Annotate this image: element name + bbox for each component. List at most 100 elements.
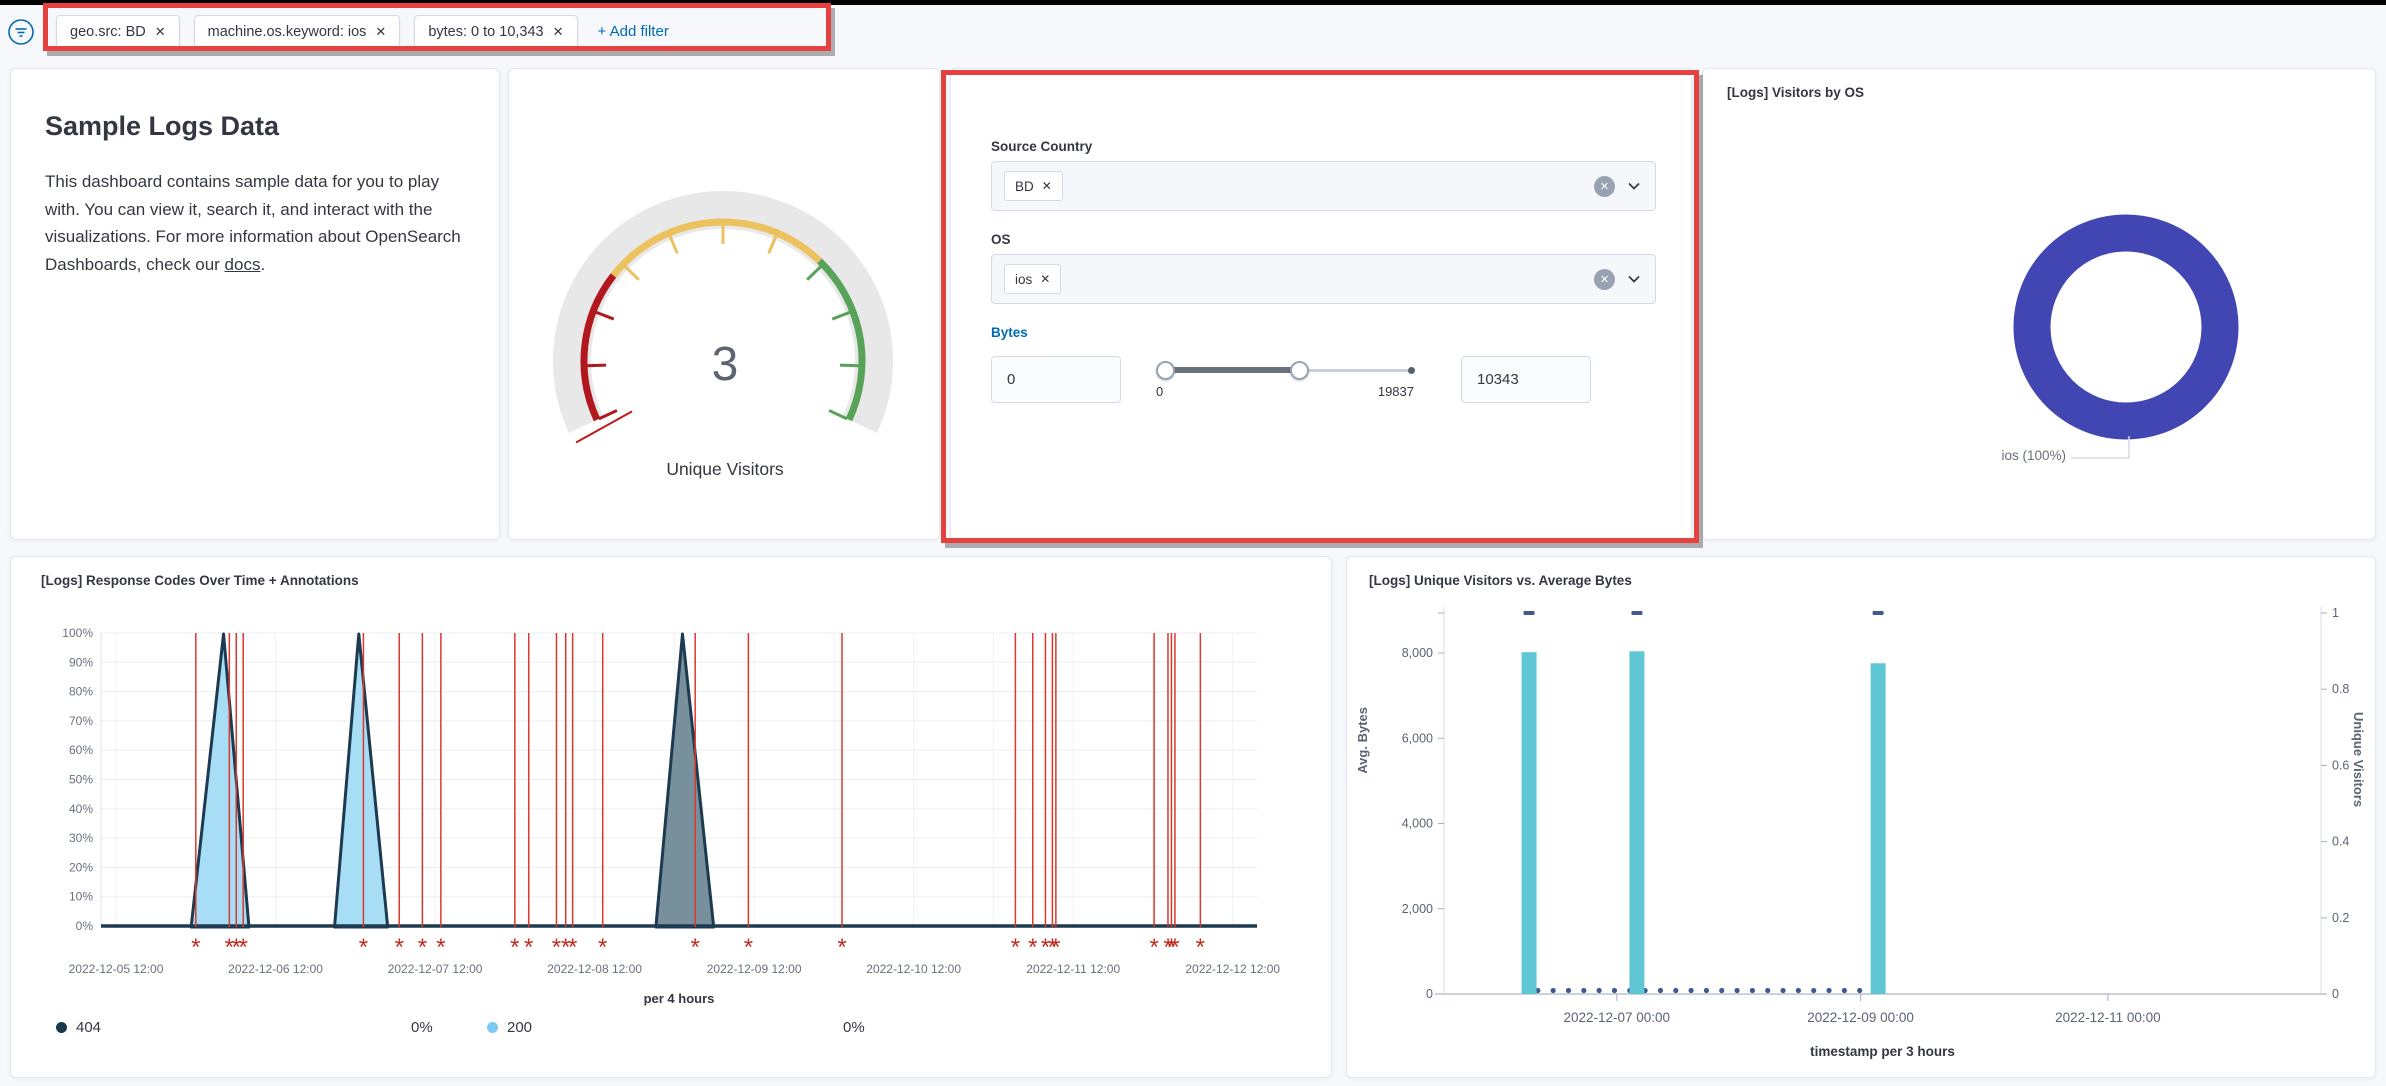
svg-text:*: * (837, 934, 846, 961)
svg-text:1: 1 (2332, 606, 2339, 620)
remove-filter-icon[interactable]: ✕ (553, 24, 564, 40)
slider-min-label: 0 (1156, 384, 1163, 399)
response-codes-legend: 404 0% 200 0% (11, 1019, 1333, 1049)
panel-visitors-by-os: [Logs] Visitors by OS ios (100%) (1702, 68, 2376, 540)
legend-pct-200: 0% (843, 1019, 865, 1036)
filter-pill-label: bytes: 0 to 10,343 (428, 24, 543, 40)
donut-slice-label[interactable]: ios (100%) (1878, 448, 2066, 463)
response-codes-chart[interactable]: 100%90%80%70%60%50%40%30%20%10%0%*******… (11, 557, 1333, 1079)
svg-text:4,000: 4,000 (1402, 817, 1433, 831)
legend-item-404[interactable]: 404 (56, 1019, 101, 1036)
svg-text:*: * (1170, 934, 1179, 961)
visitors-vs-bytes-chart[interactable]: 8,0006,0004,0002,000010.80.60.40.202022-… (1347, 557, 2377, 1079)
bytes-from-input[interactable]: 0 (991, 356, 1121, 403)
filter-pill-bytes[interactable]: bytes: 0 to 10,343 ✕ (414, 15, 577, 48)
panel-sample-logs: Sample Logs Data This dashboard contains… (10, 68, 500, 540)
svg-text:90%: 90% (69, 655, 93, 669)
svg-text:0.6: 0.6 (2332, 758, 2349, 772)
filter-pill-label: machine.os.keyword: ios (208, 24, 367, 40)
filter-bar: geo.src: BD ✕ machine.os.keyword: ios ✕ … (0, 5, 2386, 57)
svg-text:0: 0 (1426, 987, 1433, 1001)
svg-text:*: * (191, 934, 200, 961)
os-label: OS (991, 232, 1011, 247)
source-country-tag[interactable]: BD ✕ (1004, 171, 1063, 201)
panel-controls: Source Country BD ✕ ✕ OS ios ✕ ✕ Bytes 0 (950, 68, 1692, 540)
svg-text:2022-12-11 00:00: 2022-12-11 00:00 (2055, 1010, 2161, 1025)
slider-handle-from[interactable] (1156, 361, 1175, 380)
remove-tag-icon[interactable]: ✕ (1040, 272, 1050, 286)
svg-text:70%: 70% (69, 714, 93, 728)
filter-pill-geo-src[interactable]: geo.src: BD ✕ (56, 15, 180, 48)
slider-max-dot (1408, 367, 1415, 374)
svg-text:80%: 80% (69, 685, 93, 699)
bytes-to-input[interactable]: 10343 (1461, 356, 1591, 403)
panel-visitors-vs-bytes: [Logs] Unique Visitors vs. Average Bytes… (1346, 556, 2376, 1078)
left-axis-title: Avg. Bytes (1355, 707, 1370, 774)
svg-text:20%: 20% (69, 860, 93, 874)
legend-pct-404: 0% (411, 1019, 433, 1036)
os-tag[interactable]: ios ✕ (1004, 264, 1061, 294)
gauge-value: 3 (509, 337, 941, 392)
svg-text:2022-12-11 12:00: 2022-12-11 12:00 (1026, 962, 1120, 976)
svg-text:*: * (524, 934, 533, 961)
clear-selection-icon[interactable]: ✕ (1594, 269, 1615, 290)
slider-active-range (1165, 367, 1299, 373)
svg-text:*: * (436, 934, 445, 961)
svg-text:2022-12-12 12:00: 2022-12-12 12:00 (1185, 962, 1280, 976)
add-filter-link[interactable]: + Add filter (598, 23, 669, 40)
svg-text:2022-12-07 00:00: 2022-12-07 00:00 (1563, 1010, 1670, 1025)
svg-text:0%: 0% (76, 919, 94, 933)
svg-text:2022-12-10 12:00: 2022-12-10 12:00 (866, 962, 961, 976)
sample-logs-body: This dashboard contains sample data for … (45, 168, 477, 278)
svg-text:*: * (359, 934, 368, 961)
legend-label: 404 (76, 1019, 101, 1036)
filter-menu-icon[interactable] (7, 18, 35, 46)
svg-text:timestamp per 3 hours: timestamp per 3 hours (1810, 1044, 1955, 1059)
svg-text:100%: 100% (62, 626, 93, 640)
svg-text:*: * (1028, 934, 1037, 961)
svg-text:per 4 hours: per 4 hours (644, 991, 715, 1006)
tag-label: ios (1015, 272, 1032, 287)
tag-label: BD (1015, 179, 1034, 194)
svg-text:*: * (395, 934, 404, 961)
svg-text:8,000: 8,000 (1402, 646, 1433, 660)
visitors-by-os-donut-chart[interactable] (1703, 69, 2377, 541)
svg-text:*: * (552, 934, 561, 961)
sample-logs-suffix: . (260, 255, 265, 274)
docs-link[interactable]: docs (225, 255, 261, 274)
legend-item-200[interactable]: 200 (487, 1019, 532, 1036)
bytes-label: Bytes (991, 325, 1028, 340)
svg-text:*: * (239, 934, 248, 961)
svg-text:0: 0 (2332, 987, 2339, 1001)
filter-pill-label: geo.src: BD (70, 24, 146, 40)
source-country-combobox[interactable]: BD ✕ ✕ (991, 161, 1656, 211)
svg-text:2022-12-09 00:00: 2022-12-09 00:00 (1807, 1010, 1914, 1025)
slider-handle-to[interactable] (1290, 361, 1309, 380)
clear-selection-icon[interactable]: ✕ (1594, 176, 1615, 197)
svg-text:2022-12-06 12:00: 2022-12-06 12:00 (228, 962, 323, 976)
remove-tag-icon[interactable]: ✕ (1042, 179, 1052, 193)
chevron-down-icon[interactable] (1625, 177, 1643, 195)
legend-label: 200 (507, 1019, 532, 1036)
svg-text:*: * (691, 934, 700, 961)
svg-text:*: * (1051, 934, 1060, 961)
os-combobox[interactable]: ios ✕ ✕ (991, 254, 1656, 304)
svg-text:60%: 60% (69, 743, 93, 757)
remove-filter-icon[interactable]: ✕ (375, 24, 386, 40)
remove-filter-icon[interactable]: ✕ (155, 24, 166, 40)
svg-text:*: * (744, 934, 753, 961)
svg-text:*: * (1011, 934, 1020, 961)
chevron-down-icon[interactable] (1625, 270, 1643, 288)
svg-text:0.4: 0.4 (2332, 835, 2349, 849)
slider-labels: 0 19837 (1156, 384, 1414, 399)
legend-dot-200 (487, 1022, 498, 1033)
svg-text:2022-12-05 12:00: 2022-12-05 12:00 (69, 962, 164, 976)
sample-logs-title: Sample Logs Data (45, 111, 465, 142)
svg-text:*: * (418, 934, 427, 961)
filter-pill-machine-os[interactable]: machine.os.keyword: ios ✕ (194, 15, 401, 48)
panel-unique-visitors-gauge: 3 Unique Visitors (508, 68, 940, 540)
svg-text:30%: 30% (69, 831, 93, 845)
slider-max-label: 19837 (1378, 384, 1414, 399)
svg-text:*: * (1149, 934, 1158, 961)
svg-text:2022-12-09 12:00: 2022-12-09 12:00 (707, 962, 802, 976)
